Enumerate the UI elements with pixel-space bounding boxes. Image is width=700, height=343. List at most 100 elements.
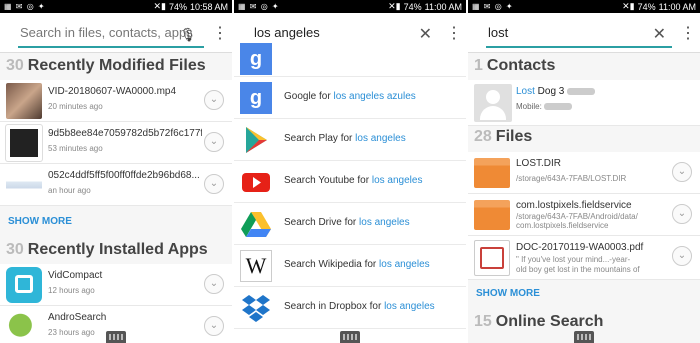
option-prefix: Search Wikipedia for (284, 259, 380, 270)
show-more-files-link[interactable]: SHOW MORE (8, 216, 72, 227)
signal-icon: ✕▮ (622, 1, 635, 11)
search-option-row[interactable]: W Search Wikipedia for los angeles (234, 245, 466, 287)
file-name: 9d5b8ee84e7059782d5b72f6c177f0f... (48, 128, 202, 139)
search-option-row[interactable]: Search Drive for los angeles (234, 203, 466, 245)
app-row[interactable]: VidCompact 12 hours ago ⌄ (0, 264, 232, 306)
status-time: 10:58 AM (189, 1, 228, 12)
androsearch-icon (6, 309, 42, 343)
battery-level: 74% (403, 1, 422, 12)
signal-icon: ✕▮ (153, 1, 166, 11)
redacted-text (567, 87, 596, 95)
search-option-row[interactable]: Search Youtube for los angeles (234, 161, 466, 203)
recent-files-title: Recently Modified Files (27, 57, 206, 74)
mobile-label: Mobile: (516, 102, 542, 111)
contacts-title: Contacts (486, 57, 556, 74)
search-option-row[interactable]: Search in Dropbox for los angeles (234, 287, 466, 329)
app-name: VidCompact (48, 270, 103, 281)
chevron-down-icon[interactable]: ⌄ (204, 132, 224, 152)
option-label: Search Play for los angeles (284, 133, 406, 144)
option-label: Search Drive for los angeles (284, 217, 410, 228)
file-time: an hour ago (48, 186, 91, 195)
battery-level: 74% (168, 1, 187, 12)
dropbox-icon (242, 295, 270, 322)
chevron-down-icon[interactable]: ⌄ (672, 246, 692, 266)
signal-icon: ✕▮ (388, 1, 401, 11)
notification-icons: ▦ ✉ ◎ ✦ (238, 2, 280, 11)
file-row[interactable]: LOST.DIR /storage/643A-7FAB/LOST.DIR ⌄ (468, 152, 700, 194)
folder-icon (474, 200, 510, 230)
contact-mobile: Mobile: (516, 102, 573, 111)
contact-row[interactable]: Lost Dog 3 Mobile: (468, 80, 700, 126)
search-underline (486, 46, 672, 48)
app-name: AndroSearch (48, 312, 107, 323)
option-label: Search Wikipedia for los angeles (284, 259, 430, 270)
option-label: Search in Dropbox for los angeles (284, 301, 435, 312)
file-row[interactable]: VID-20180607-WA0000.mp4 20 minutes ago ⌄ (0, 80, 232, 122)
file-path: /storage/643A-7FAB/Android/data/ com.los… (516, 212, 638, 230)
file-row[interactable]: 9d5b8ee84e7059782d5b72f6c177f0f... 53 mi… (0, 122, 232, 164)
image-thumbnail (6, 167, 42, 203)
option-prefix: Search Drive for (284, 217, 360, 228)
status-bar: ▦ ✉ ◎ ✦ ✕▮ 74% 10:58 AM (0, 0, 232, 13)
file-snippet: " If you've lost your mind...-year- (516, 255, 631, 264)
chevron-down-icon[interactable]: ⌄ (672, 162, 692, 182)
file-row[interactable]: 052c4ddf5ff5f00ff0ffde2b96bd68... an hou… (0, 164, 232, 206)
option-prefix: Search in Dropbox for (284, 301, 385, 312)
contact-name-rest: Dog 3 (534, 86, 565, 97)
status-time: 11:00 AM (658, 1, 696, 12)
file-path: /storage/643A-7FAB/LOST.DIR (516, 174, 627, 183)
chevron-down-icon[interactable]: ⌄ (204, 174, 224, 194)
search-input[interactable]: lost (488, 25, 662, 45)
option-query: los angeles (379, 259, 430, 270)
option-prefix: Search Youtube for (284, 175, 372, 186)
status-time: 11:00 AM (424, 1, 462, 12)
recent-files-count: 30 (6, 57, 24, 74)
notification-icons: ▦ ✉ ◎ ✦ (472, 2, 514, 11)
chevron-down-icon[interactable]: ⌄ (204, 274, 224, 294)
screen-web-search: ▦ ✉ ◎ ✦ ✕▮ 74% 11:00 AM los angeles ✕ ⋮ … (234, 0, 466, 343)
youtube-icon (242, 173, 270, 192)
file-name: LOST.DIR (516, 158, 562, 169)
option-query: los angeles azules (333, 91, 416, 102)
online-search-title: Online Search (495, 313, 604, 330)
status-bar: ▦ ✉ ◎ ✦ ✕▮ 74% 11:00 AM (468, 0, 700, 13)
microphone-icon[interactable]: 🎙 (179, 27, 196, 43)
file-row[interactable]: DOC-20170119-WA0003.pdf " If you've lost… (468, 236, 700, 280)
search-option-row[interactable]: g (234, 41, 466, 77)
app-time: 12 hours ago (48, 286, 95, 295)
file-row[interactable]: com.lostpixels.fieldservice /storage/643… (468, 194, 700, 236)
search-option-row[interactable]: Search Play for los angeles (234, 119, 466, 161)
chevron-down-icon[interactable]: ⌄ (204, 90, 224, 110)
google-icon: g (240, 82, 272, 114)
close-icon[interactable]: ✕ (653, 24, 666, 44)
option-query: los angeles (384, 301, 435, 312)
search-input[interactable]: Search in files, contacts, apps (20, 25, 194, 45)
chevron-down-icon[interactable]: ⌄ (672, 204, 692, 224)
drive-icon (241, 212, 271, 237)
video-thumbnail (6, 83, 42, 119)
battery-level: 74% (637, 1, 656, 12)
overflow-menu-icon[interactable]: ⋮ (680, 23, 696, 43)
file-name: com.lostpixels.fieldservice (516, 200, 632, 211)
keyboard-icon[interactable] (574, 331, 594, 343)
overflow-menu-icon[interactable]: ⋮ (446, 23, 462, 43)
files-title: Files (495, 128, 533, 145)
keyboard-icon[interactable] (106, 331, 126, 343)
search-bar: lost ✕ ⋮ (468, 13, 700, 53)
overflow-menu-icon[interactable]: ⋮ (212, 23, 228, 43)
avatar (474, 84, 512, 122)
files-header: 28 Files (468, 128, 700, 154)
show-more-files-link[interactable]: SHOW MORE (476, 288, 540, 299)
notification-icons: ▦ ✉ ◎ ✦ (4, 2, 46, 11)
recent-apps-count: 30 (6, 241, 24, 258)
option-prefix: Google for (284, 91, 334, 102)
folder-icon (474, 158, 510, 188)
screen-results: ▦ ✉ ◎ ✦ ✕▮ 74% 11:00 AM lost ✕ ⋮ 1 Conta… (468, 0, 700, 343)
keyboard-icon[interactable] (340, 331, 360, 343)
search-option-row[interactable]: g Google for los angeles azules (234, 77, 466, 119)
option-label: Search Youtube for los angeles (284, 175, 422, 186)
chevron-down-icon[interactable]: ⌄ (204, 316, 224, 336)
option-query: los angeles (359, 217, 410, 228)
pdf-icon (474, 240, 510, 276)
contacts-count: 1 (474, 57, 483, 74)
